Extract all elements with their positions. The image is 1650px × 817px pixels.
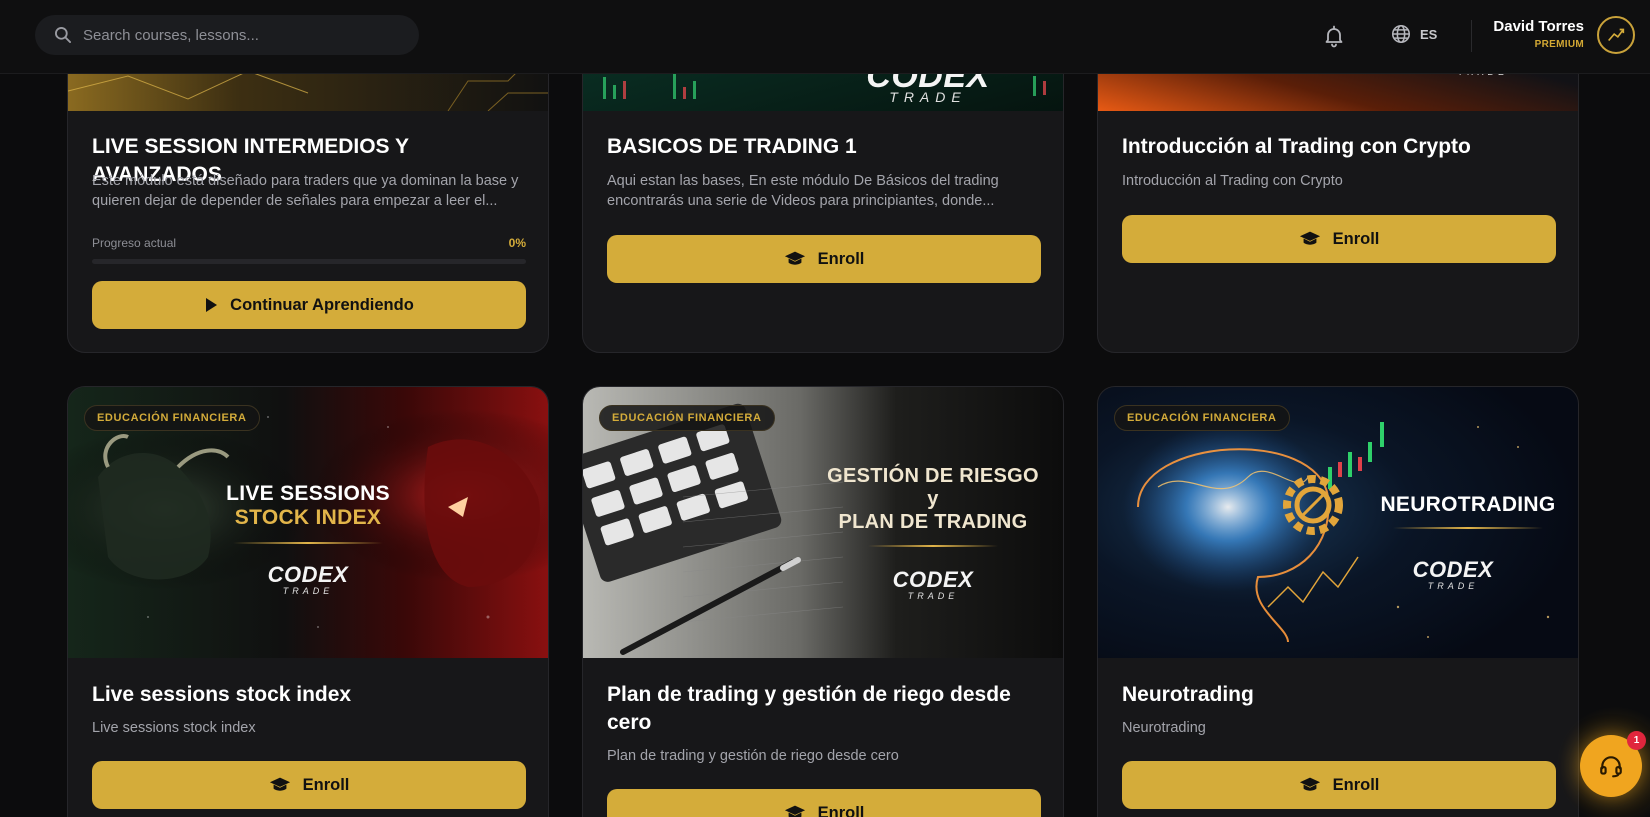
button-label: Enroll [302, 775, 350, 794]
progress-bar [92, 259, 526, 264]
course-thumbnail[interactable]: EDUCACIÓN FINANCIERA GESTIÓN DE RIESGO y… [583, 387, 1063, 658]
course-title[interactable]: Neurotrading [1122, 681, 1562, 709]
progress-label-row: Progreso actual 0% [92, 236, 526, 250]
play-icon [206, 298, 218, 312]
user-info[interactable]: David Torres PREMIUM [1493, 18, 1584, 50]
art-divider [1393, 527, 1543, 529]
course-title[interactable]: Introducción al Trading con Crypto [1122, 133, 1562, 161]
language-selector[interactable]: ES [1390, 23, 1437, 45]
notification-count-badge: 1 [1627, 731, 1646, 750]
header-divider [1471, 20, 1472, 52]
button-label: Continuar Aprendiendo [230, 295, 414, 314]
button-label: Enroll [1332, 775, 1380, 794]
bell-icon[interactable] [1322, 24, 1346, 48]
course-description: Introducción al Trading con Crypto [1122, 173, 1343, 189]
enroll-button[interactable]: Enroll [607, 235, 1041, 283]
course-description: Aqui estan las bases, En este módulo De … [607, 173, 999, 209]
brand-logo-icon [1608, 28, 1625, 42]
course-art-title: LIVE SESSIONS STOCK INDEX [226, 482, 390, 530]
course-title[interactable]: Plan de trading y gestión de riego desde… [607, 681, 1047, 737]
course-thumbnail[interactable]: EDUCACIÓN FINANCIERA LIVE SESSIONS STOCK… [68, 387, 548, 658]
enroll-button[interactable]: Enroll [92, 761, 526, 809]
category-badge: EDUCACIÓN FINANCIERA [599, 405, 775, 431]
enroll-button[interactable]: Enroll [607, 789, 1041, 817]
enroll-button[interactable]: Enroll [1122, 761, 1556, 809]
course-art-logo: CODEX TRADE [267, 562, 349, 596]
globe-icon [1391, 24, 1411, 44]
progress-label: Progreso actual [92, 236, 177, 250]
button-label: Enroll [817, 249, 865, 268]
graduation-cap-icon [1299, 231, 1320, 245]
course-card: EDUCACIÓN FINANCIERA GESTIÓN DE RIESGO y… [582, 386, 1064, 817]
top-bar: ES David Torres PREMIUM [0, 0, 1650, 74]
art-divider [233, 542, 383, 544]
course-description: Plan de trading y gestión de riego desde… [607, 748, 899, 764]
course-title[interactable]: BASICOS DE TRADING 1 [607, 133, 1047, 161]
graduation-cap-icon [784, 805, 805, 817]
course-card: EDUCACIÓN FINANCIERA NEUROTRADING CODEX … [1097, 386, 1579, 817]
continue-learning-button[interactable]: Continuar Aprendiendo [92, 281, 526, 329]
progress-percent: 0% [508, 236, 526, 250]
graduation-cap-icon [269, 777, 290, 791]
button-label: Enroll [817, 803, 865, 817]
course-thumbnail[interactable]: EDUCACIÓN FINANCIERA NEUROTRADING CODEX … [1098, 387, 1578, 658]
art-divider [868, 545, 998, 547]
course-card: EDUCACIÓN FINANCIERA LIVE SESSIONS STOCK… [67, 386, 549, 817]
course-art-logo: CODEX TRADE [892, 567, 974, 601]
course-art-logo: CODEX TRADE [1412, 557, 1494, 591]
button-label: Enroll [1332, 229, 1380, 248]
avatar[interactable] [1597, 16, 1635, 54]
course-description: Este módulo está diseñado para traders q… [92, 173, 519, 209]
category-badge: EDUCACIÓN FINANCIERA [1114, 405, 1290, 431]
graduation-cap-icon [784, 251, 805, 265]
course-art-title: NEUROTRADING [1380, 493, 1556, 516]
search-box[interactable] [35, 15, 419, 55]
enroll-button[interactable]: Enroll [1122, 215, 1556, 263]
course-description: Neurotrading [1122, 720, 1206, 736]
graduation-cap-icon [1299, 777, 1320, 791]
language-code: ES [1420, 26, 1438, 42]
headset-icon [1600, 756, 1622, 778]
category-badge: EDUCACIÓN FINANCIERA [84, 405, 260, 431]
search-icon [55, 27, 72, 43]
user-name: David Torres [1493, 18, 1584, 35]
user-tier-badge: PREMIUM [1534, 39, 1584, 50]
course-description: Live sessions stock index [92, 720, 256, 736]
course-art-title: GESTIÓN DE RIESGO y PLAN DE TRADING [827, 465, 1039, 533]
course-title[interactable]: Live sessions stock index [92, 681, 532, 709]
search-input[interactable] [83, 26, 383, 44]
